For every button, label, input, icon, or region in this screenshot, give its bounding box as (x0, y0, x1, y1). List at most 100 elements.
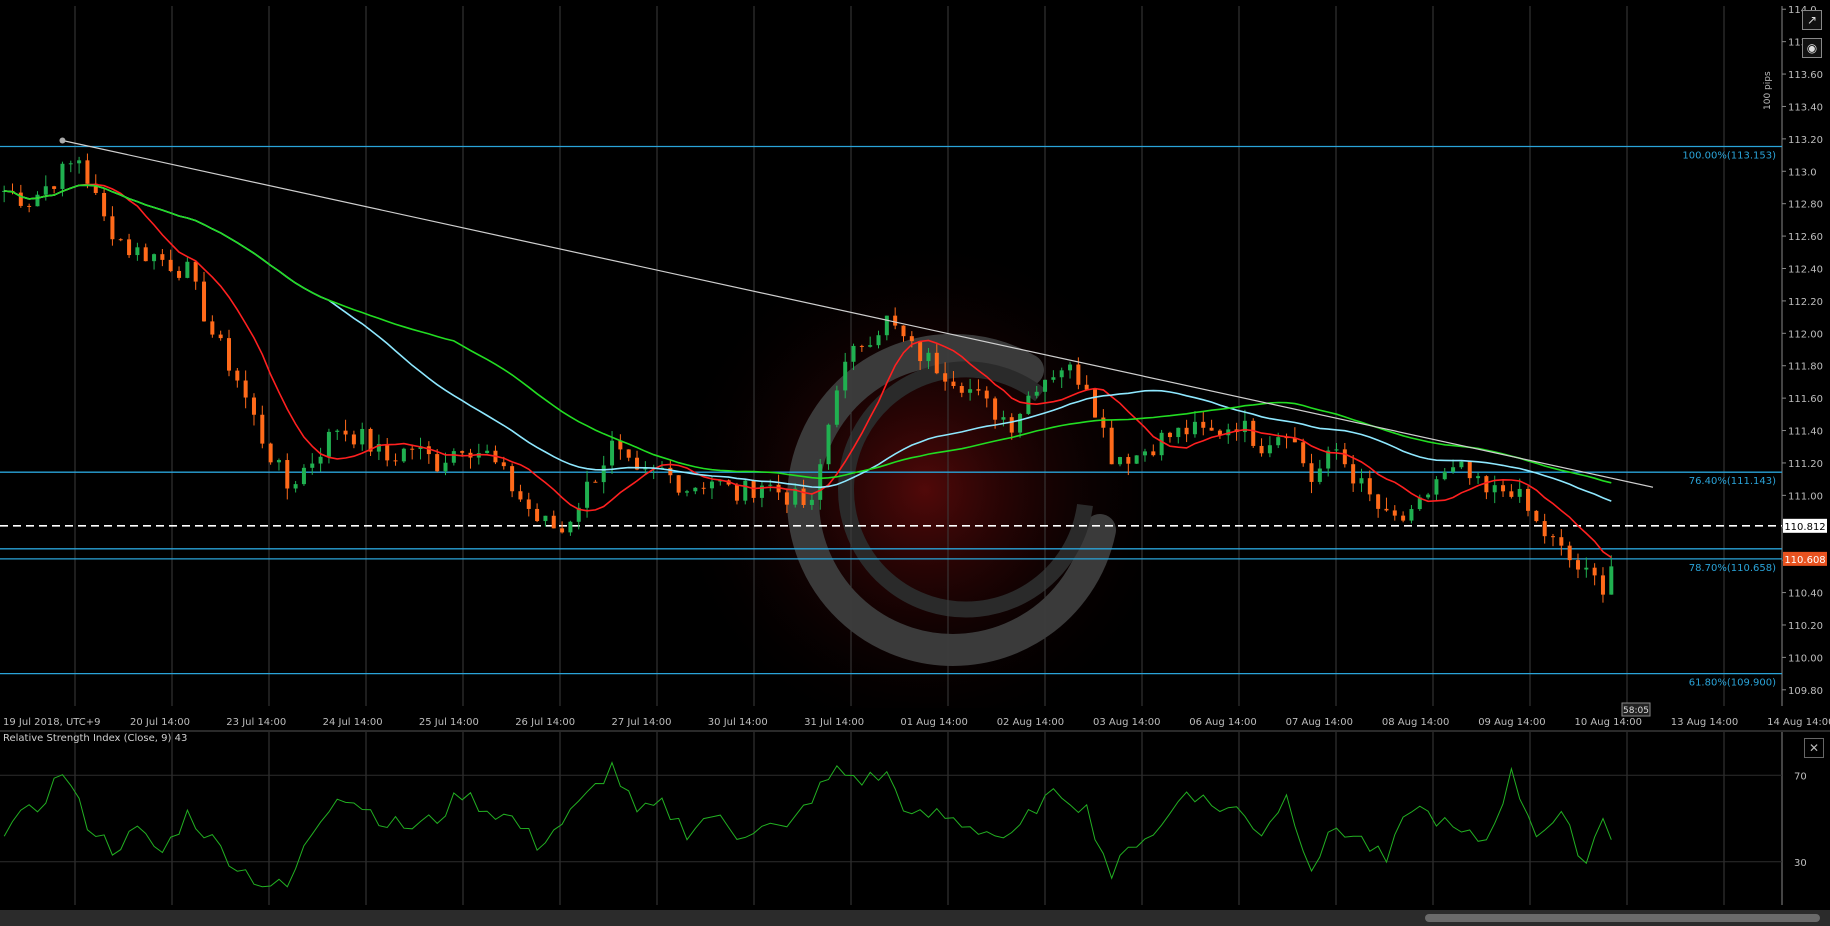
candle-body (451, 451, 456, 463)
y-tick-label: 113.20 (1788, 135, 1823, 146)
candle-body (1492, 485, 1497, 493)
candle-body (1526, 488, 1531, 511)
candle-body (185, 261, 190, 278)
candle-body (1459, 461, 1464, 468)
candle-body (1084, 384, 1089, 390)
candle-body (1043, 379, 1048, 392)
candle-body (1551, 536, 1556, 538)
candle-body (102, 192, 107, 217)
price-tag-label: 110.608 (1784, 555, 1825, 566)
y-tick-label: 112.00 (1788, 329, 1823, 340)
candle-body (1018, 413, 1023, 433)
y-tick-label: 111.60 (1788, 394, 1823, 405)
popout-icon[interactable]: ↗ (1802, 10, 1822, 30)
close-icon[interactable]: ✕ (1804, 738, 1824, 758)
candle-body (210, 321, 215, 335)
candle-body (276, 460, 281, 463)
candle-body (1367, 478, 1372, 495)
y-tick-label: 111.40 (1788, 427, 1823, 438)
candle-body (551, 515, 556, 529)
scroll-thumb[interactable] (1425, 914, 1820, 922)
candle-body (52, 186, 57, 189)
candle-body (1376, 494, 1381, 509)
candle-body (510, 466, 515, 492)
candle-body (784, 492, 789, 505)
x-tick-label: 08 Aug 14:00 (1382, 717, 1449, 728)
candle-body (560, 528, 565, 533)
y-tick-label: 113.0 (1788, 167, 1817, 178)
x-tick-label: 19 Jul 2018, UTC+9 (3, 717, 101, 728)
candle-body (268, 443, 273, 463)
candle-body (60, 163, 65, 189)
y-tick-label: 111.20 (1788, 459, 1823, 470)
candle-body (202, 281, 207, 322)
camera-icon[interactable]: ◉ (1802, 38, 1822, 58)
candle-body (1559, 537, 1564, 546)
candle-body (85, 160, 90, 184)
candle-body (601, 465, 606, 483)
candle-body (818, 464, 823, 500)
candle-body (926, 352, 931, 362)
candle-body (984, 390, 989, 399)
candle-body (1542, 521, 1547, 537)
candle-body (1051, 377, 1056, 380)
x-tick-label: 06 Aug 14:00 (1189, 717, 1256, 728)
candle-body (543, 515, 548, 522)
chart-canvas[interactable]: 100.00%(113.153) 76.40%(111.143) 78.70%(11… (0, 0, 1830, 926)
candle-body (226, 338, 231, 371)
y-tick-label: 110.00 (1788, 653, 1823, 664)
candle-body (401, 448, 406, 462)
candle-body (1001, 417, 1006, 420)
y-tick-label: 113.60 (1788, 70, 1823, 81)
x-tick-label: 10 Aug 14:00 (1575, 717, 1642, 728)
candle-body (485, 450, 490, 454)
candle-body (610, 440, 615, 466)
candle-body (1426, 494, 1431, 498)
candle-body (1276, 437, 1281, 446)
candle-body (959, 386, 964, 393)
candle-body (43, 186, 48, 195)
candle-body (35, 194, 40, 207)
candle-body (127, 239, 132, 256)
candle-body (1401, 515, 1406, 521)
candle-body (343, 430, 348, 435)
candle-body (1392, 510, 1397, 516)
candle-body (918, 341, 923, 362)
candle-body (410, 448, 415, 450)
trendline-handle (59, 137, 66, 144)
x-tick-label: 25 Jul 14:00 (419, 717, 479, 728)
candle-body (77, 160, 82, 164)
horizontal-scrollbar[interactable] (0, 910, 1830, 926)
candle-body (235, 370, 240, 381)
candle-body (1600, 575, 1605, 595)
pips-label: 100 pips (1763, 71, 1773, 110)
candle-body (951, 381, 956, 387)
candle-body (1609, 566, 1614, 595)
candle-body (143, 247, 148, 262)
candle-body (460, 451, 465, 453)
x-tick-label: 27 Jul 14:00 (612, 717, 672, 728)
x-tick-label: 26 Jul 14:00 (515, 717, 575, 728)
candle-body (1534, 510, 1539, 522)
candle-body (301, 467, 306, 485)
y-tick-label: 113.40 (1788, 102, 1823, 113)
candle-body (1101, 417, 1106, 428)
candle-body (868, 345, 873, 347)
candle-body (585, 481, 590, 508)
candle-body (568, 521, 573, 533)
y-tick-label: 110.20 (1788, 621, 1823, 632)
candle-body (1134, 455, 1139, 464)
candle-body (1451, 467, 1456, 472)
candle-body (193, 261, 198, 282)
candle-body (909, 336, 914, 342)
candle-body (1501, 485, 1506, 492)
candle-body (218, 334, 223, 339)
candle-body (1517, 488, 1522, 497)
candle-body (110, 216, 115, 240)
x-tick-label: 20 Jul 14:00 (130, 717, 190, 728)
candle-body (1117, 457, 1122, 465)
rsi-title: Relative Strength Index (Close, 9) 43 (3, 733, 187, 744)
candle-body (1068, 364, 1073, 371)
candle-body (1109, 427, 1114, 465)
candle-body (326, 431, 331, 457)
